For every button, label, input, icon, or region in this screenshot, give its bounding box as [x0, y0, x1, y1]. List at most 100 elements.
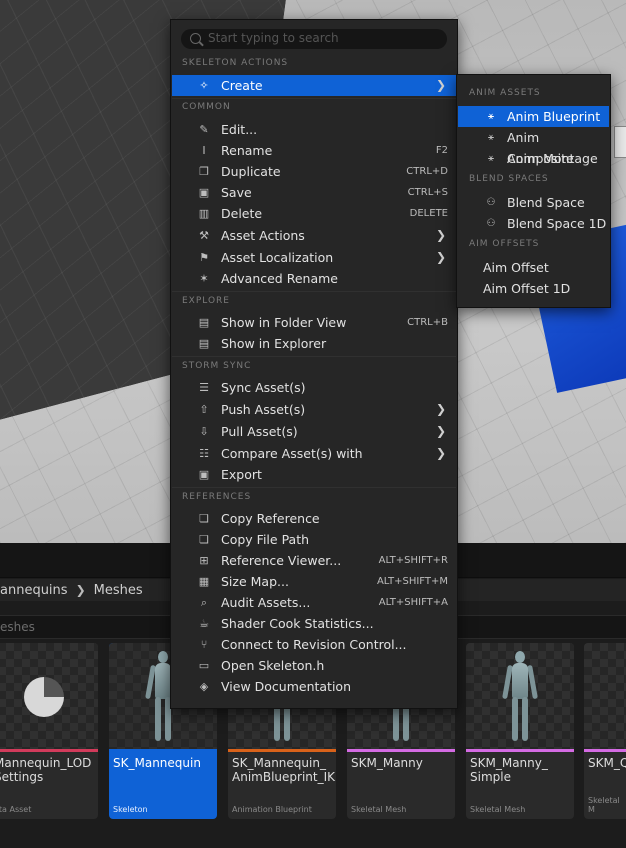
blend-space-icon: ⚇: [486, 197, 496, 208]
asset-type: ata Asset: [0, 805, 32, 814]
menu-item-size-map[interactable]: ▦ Size Map... ALT+SHIFT+M: [172, 571, 456, 592]
mannequin-figure: [502, 651, 538, 743]
asset-type: Skeletal M: [588, 796, 620, 814]
menu-item-view-documentation[interactable]: ◈ View Documentation: [172, 676, 456, 697]
compare-icon: ☷: [199, 447, 209, 460]
asset-thumbnail: [584, 643, 626, 749]
sync-icon: ☰: [199, 381, 209, 394]
submenu-item-blend-space-1d[interactable]: ⚇ Blend Space 1D: [458, 213, 609, 234]
menu-item-push-assets[interactable]: ⇧ Push Asset(s) ❯: [172, 399, 456, 420]
menu-item-pull-assets[interactable]: ⇩ Pull Asset(s) ❯: [172, 421, 456, 442]
breadcrumb-item-mannequins[interactable]: annequins: [0, 583, 74, 598]
asset-type: Animation Blueprint: [232, 805, 312, 814]
asset-type-stripe: [584, 749, 626, 752]
save-icon: ▣: [198, 468, 210, 481]
menu-item-advanced-rename[interactable]: ✶ Advanced Rename: [172, 268, 456, 289]
download-icon: ⇩: [199, 425, 209, 438]
asset-type-stripe: [0, 749, 98, 752]
menu-item-rename[interactable]: I Rename F2: [172, 140, 456, 161]
menu-item-show-in-folder-view[interactable]: ▤ Show in Folder View CTRL+B: [172, 312, 456, 333]
asset-context-menu: Start typing to search SKELETON ACTIONS …: [170, 19, 458, 709]
viewport-widget-edge: [614, 126, 626, 158]
section-references: REFERENCES: [182, 492, 252, 502]
section-explore: EXPLORE: [182, 296, 230, 306]
menu-item-delete[interactable]: ▥ Delete DELETE: [172, 203, 456, 224]
menu-item-asset-actions[interactable]: ⚒ Asset Actions ❯: [172, 225, 456, 246]
menu-item-copy-file-path[interactable]: ❏ Copy File Path: [172, 529, 456, 550]
menu-item-shader-cook-statistics[interactable]: ☕ Shader Cook Statistics...: [172, 613, 456, 634]
trash-icon: ▥: [198, 207, 210, 220]
divider: [172, 487, 456, 488]
asset-tile[interactable]: SKM_Manny_ Simple Skeletal Mesh: [466, 643, 574, 819]
chevron-right-icon: ❯: [435, 424, 446, 438]
branch-icon: ⑂: [200, 638, 208, 651]
shortcut-label: ALT+SHIFT+M: [376, 576, 448, 587]
section-common: COMMON: [182, 102, 231, 112]
chevron-right-icon: ❯: [435, 228, 446, 242]
create-submenu: ANIM ASSETS ⚹ Anim Blueprint ⚹ Anim Comp…: [456, 74, 611, 308]
submenu-item-aim-offset[interactable]: Aim Offset: [458, 257, 609, 278]
submenu-item-aim-offset-1d[interactable]: Aim Offset 1D: [458, 278, 609, 299]
shortcut-label: CTRL+S: [407, 187, 448, 198]
sparkle-icon: ✶: [199, 272, 209, 285]
upload-icon: ⇧: [199, 403, 209, 416]
asset-type: Skeletal Mesh: [351, 805, 407, 814]
save-icon: ▣: [198, 186, 210, 199]
asset-name: SKM_Manny: [351, 756, 423, 770]
divider: [172, 356, 456, 357]
asset-type-stripe: [228, 749, 336, 752]
menu-item-duplicate[interactable]: ❐ Duplicate CTRL+D: [172, 161, 456, 182]
asset-thumbnail: [466, 643, 574, 749]
search-placeholder: Start typing to search: [208, 31, 339, 45]
wrench-icon: ⚒: [199, 229, 209, 242]
copy-icon: ❏: [199, 533, 209, 546]
divider: [172, 291, 456, 292]
chevron-right-icon: ❯: [435, 446, 446, 460]
section-storm-sync: STORM SYNC: [182, 361, 252, 371]
section-skeleton-actions: SKELETON ACTIONS: [182, 58, 289, 68]
asset-name: SK_Mannequin: [113, 756, 201, 770]
submenu-item-anim-montage[interactable]: ⚹ Anim Montage: [458, 148, 609, 169]
chevron-right-icon: ❯: [75, 583, 86, 597]
anim-montage-icon: ⚹: [488, 153, 494, 164]
asset-type-stripe: [466, 749, 574, 752]
shortcut-label: ALT+SHIFT+A: [378, 597, 448, 608]
anim-blueprint-icon: ⚹: [488, 111, 494, 122]
asset-name: SK_Mannequin_ AnimBlueprint_IK: [232, 756, 335, 784]
menu-item-compare-assets[interactable]: ☷ Compare Asset(s) with ❯: [172, 443, 456, 464]
menu-item-copy-reference[interactable]: ❏ Copy Reference: [172, 508, 456, 529]
cpp-file-icon: ▭: [198, 659, 210, 672]
menu-item-asset-localization[interactable]: ⚑ Asset Localization ❯: [172, 247, 456, 268]
asset-tile[interactable]: Mannequin_LOD Settings ata Asset: [0, 643, 98, 819]
chevron-right-icon: ❯: [435, 402, 446, 416]
data-asset-icon: [24, 677, 64, 717]
menu-item-save[interactable]: ▣ Save CTRL+S: [172, 182, 456, 203]
menu-search-input[interactable]: Start typing to search: [181, 29, 447, 49]
menu-item-open-skeleton-h[interactable]: ▭ Open Skeleton.h: [172, 655, 456, 676]
section-blend-spaces: BLEND SPACES: [469, 174, 549, 184]
menu-item-sync-assets[interactable]: ☰ Sync Asset(s): [172, 377, 456, 398]
submenu-item-anim-composite[interactable]: ⚹ Anim Composite: [458, 127, 609, 166]
divider: [172, 98, 456, 99]
blend-space-icon: ⚇: [486, 218, 496, 229]
rename-icon: I: [202, 144, 206, 157]
flag-icon: ⚑: [199, 251, 209, 264]
menu-item-reference-viewer[interactable]: ⊞ Reference Viewer... ALT+SHIFT+R: [172, 550, 456, 571]
menu-item-audit-assets[interactable]: ⌕ Audit Assets... ALT+SHIFT+A: [172, 592, 456, 613]
search-icon: [190, 33, 201, 44]
menu-item-edit[interactable]: ✎ Edit...: [172, 119, 456, 140]
menu-item-export[interactable]: ▣ Export: [172, 464, 456, 485]
asset-type-stripe: [109, 749, 217, 752]
menu-item-create[interactable]: ✧ Create ❯: [172, 75, 456, 96]
chevron-right-icon: ❯: [435, 250, 446, 264]
asset-type: Skeleton: [113, 805, 148, 814]
submenu-item-anim-blueprint[interactable]: ⚹ Anim Blueprint: [458, 106, 609, 127]
asset-type: Skeletal Mesh: [470, 805, 526, 814]
submenu-item-blend-space[interactable]: ⚇ Blend Space: [458, 192, 609, 213]
pencil-icon: ✎: [199, 123, 209, 136]
copy-icon: ❏: [199, 512, 209, 525]
menu-item-connect-revision-control[interactable]: ⑂ Connect to Revision Control...: [172, 634, 456, 655]
menu-item-show-in-explorer[interactable]: ▤ Show in Explorer: [172, 333, 456, 354]
breadcrumb-item-meshes[interactable]: Meshes: [88, 583, 149, 598]
asset-tile[interactable]: SKM_Q Skeletal M: [584, 643, 626, 819]
